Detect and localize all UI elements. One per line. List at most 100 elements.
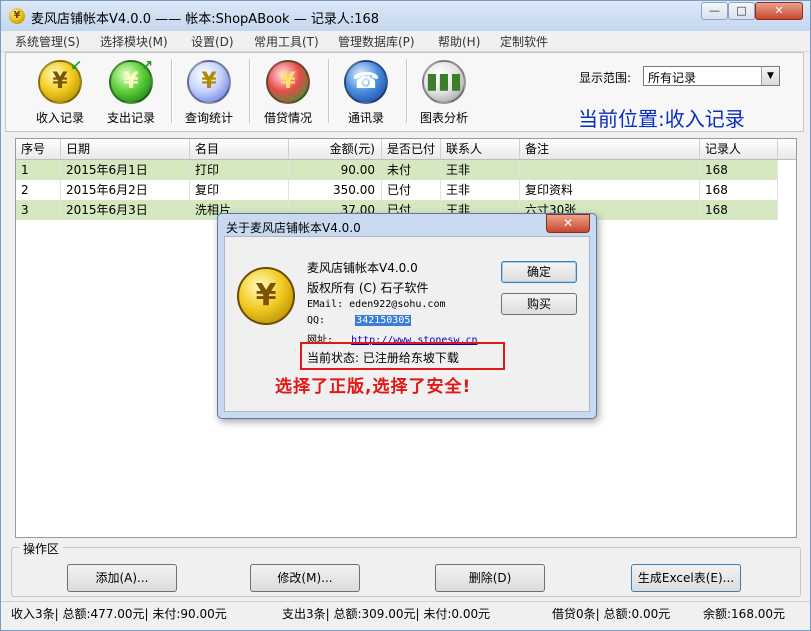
close-button[interactable]: ✕: [755, 2, 803, 20]
chart-analysis-button[interactable]: ▮▮▮ 图表分析: [414, 60, 474, 128]
query-stats-label: 查询统计: [184, 111, 233, 125]
cell-paid: 已付: [382, 180, 441, 200]
title-bar[interactable]: ¥ 麦风店铺帐本V4.0.0 —— 帐本:ShopABook — 记录人:168…: [1, 1, 810, 31]
registration-status: 当前状态: 已注册给东坡下载: [307, 351, 459, 365]
cell-recorder: 168: [700, 160, 778, 180]
cell-amount: 350.00: [289, 180, 382, 200]
column-header[interactable]: 联系人: [441, 139, 520, 159]
dialog-close-button[interactable]: ✕: [546, 214, 590, 233]
column-header[interactable]: 金额(元): [289, 139, 382, 159]
cell-date: 2015年6月3日: [61, 200, 190, 220]
loan-exchange-icon: ¥: [266, 60, 310, 104]
qq-value[interactable]: 342150305: [355, 315, 412, 326]
expense-coin-icon: ¥ ↗: [109, 59, 153, 104]
maximize-button[interactable]: □: [728, 2, 755, 20]
expense-records-button[interactable]: ¥ ↗ 支出记录: [101, 59, 161, 128]
cell-amount: 90.00: [289, 160, 382, 180]
cell-contact: 王非: [441, 160, 520, 180]
slogan-text: 选择了正版,选择了安全!: [275, 377, 472, 397]
email-line: EMail: eden922@sohu.com: [307, 299, 445, 310]
cell-recorder: 168: [700, 180, 778, 200]
cell-note: 复印资料: [520, 180, 700, 200]
cell-recorder: 168: [700, 200, 778, 220]
loan-status-button[interactable]: ¥ 借贷情况: [258, 60, 318, 128]
column-header[interactable]: 日期: [61, 139, 190, 159]
buy-button[interactable]: 购买: [501, 293, 577, 315]
column-header[interactable]: 备注: [520, 139, 700, 159]
loan-summary: 借贷0条| 总额:0.00元: [552, 607, 671, 621]
address-book-button[interactable]: ☎ 通讯录: [336, 60, 396, 128]
status-bar: 收入3条| 总额:477.00元| 未付:90.00元 支出3条| 总额:309…: [1, 601, 810, 624]
menu-settings[interactable]: 设置(D): [191, 33, 234, 50]
income-records-button[interactable]: ¥ ↙ 收入记录: [30, 59, 90, 128]
search-stats-icon: ¥: [187, 60, 231, 104]
menu-database[interactable]: 管理数据库(P): [338, 33, 415, 50]
column-header[interactable]: 是否已付: [382, 139, 441, 159]
chart-analysis-label: 图表分析: [419, 111, 468, 125]
main-window: ¥ 麦风店铺帐本V4.0.0 —— 帐本:ShopABook — 记录人:168…: [0, 0, 811, 631]
column-header[interactable]: 名目: [190, 139, 289, 159]
toolbar: ¥ ↙ 收入记录 ¥ ↗ 支出记录 ¥ 查询统计 ¥ 借贷情况 ☎ 通讯录 ▮▮▮ …: [5, 52, 804, 132]
column-header[interactable]: 记录人: [700, 139, 778, 159]
toolbar-separator: [171, 59, 173, 123]
yuan-coin-icon: ¥: [9, 8, 25, 24]
range-value: 所有记录: [648, 71, 697, 85]
table-header: 序号 日期 名目 金额(元) 是否已付 联系人 备注 记录人: [16, 139, 796, 160]
cell-index: 2: [16, 180, 61, 200]
toolbar-separator: [406, 59, 408, 123]
cell-index: 1: [16, 160, 61, 180]
balance-summary: 余额:168.00元: [703, 607, 786, 621]
add-button[interactable]: 添加(A)...: [67, 564, 177, 592]
table-row[interactable]: 2 2015年6月2日 复印 350.00 已付 王非 复印资料 168: [16, 180, 778, 200]
menu-bar: 系统管理(S) 选择模块(M) 设置(D) 常用工具(T) 管理数据库(P) 帮…: [1, 31, 810, 52]
menu-select-module[interactable]: 选择模块(M): [100, 33, 168, 50]
cell-item: 打印: [190, 160, 289, 180]
toolbar-separator: [328, 59, 330, 123]
cell-paid: 未付: [382, 160, 441, 180]
window-title: 麦风店铺帐本V4.0.0 —— 帐本:ShopABook — 记录人:168: [31, 12, 380, 27]
range-select[interactable]: 所有记录 ▼: [643, 66, 780, 86]
minimize-button[interactable]: —: [701, 2, 728, 20]
email-value: eden922@sohu.com: [349, 299, 446, 310]
qq-line: QQ: 342150305: [307, 315, 412, 326]
menu-help[interactable]: 帮助(H): [438, 33, 480, 50]
about-dialog: 关于麦风店铺帐本V4.0.0 ✕ ¥ 麦风店铺帐本V4.0.0 版权所有 (C)…: [217, 213, 597, 419]
delete-button[interactable]: 删除(D): [435, 564, 545, 592]
current-location: 当前位置:收入记录: [578, 107, 745, 131]
menu-tools[interactable]: 常用工具(T): [254, 33, 319, 50]
cell-contact: 王非: [441, 180, 520, 200]
cell-date: 2015年6月2日: [61, 180, 190, 200]
yuan-coin-icon: ¥: [237, 267, 295, 325]
address-book-icon: ☎: [344, 60, 388, 104]
menu-custom-software[interactable]: 定制软件: [500, 33, 548, 50]
table-row[interactable]: 1 2015年6月1日 打印 90.00 未付 王非 168: [16, 160, 778, 180]
income-records-label: 收入记录: [35, 111, 84, 125]
toolbar-separator: [249, 59, 251, 123]
dialog-title: 关于麦风店铺帐本V4.0.0: [226, 221, 361, 235]
expense-summary: 支出3条| 总额:309.00元| 未付:0.00元: [282, 607, 491, 621]
menu-system[interactable]: 系统管理(S): [15, 33, 80, 50]
expense-records-label: 支出记录: [106, 111, 155, 125]
qq-label: QQ:: [307, 315, 326, 326]
query-stats-button[interactable]: ¥ 查询统计: [179, 60, 239, 128]
bar-chart-icon: ▮▮▮: [422, 60, 466, 104]
loan-status-label: 借贷情况: [263, 111, 312, 125]
export-excel-button[interactable]: 生成Excel表(E)...: [631, 564, 741, 592]
ok-button[interactable]: 确定: [501, 261, 577, 283]
product-name: 麦风店铺帐本V4.0.0: [307, 261, 418, 275]
cell-date: 2015年6月1日: [61, 160, 190, 180]
income-summary: 收入3条| 总额:477.00元| 未付:90.00元: [11, 607, 227, 621]
cell-index: 3: [16, 200, 61, 220]
address-book-label: 通讯录: [347, 111, 384, 125]
cell-item: 复印: [190, 180, 289, 200]
range-label: 显示范围:: [579, 71, 632, 85]
operations-label: 操作区: [19, 540, 64, 557]
income-coin-icon: ¥ ↙: [38, 59, 82, 104]
chevron-down-icon[interactable]: ▼: [761, 67, 779, 85]
dialog-body: ¥ 麦风店铺帐本V4.0.0 版权所有 (C) 石子软件 EMail: eden…: [224, 236, 590, 412]
column-header[interactable]: 序号: [16, 139, 61, 159]
cell-note: [520, 160, 700, 180]
email-label: EMail:: [307, 299, 344, 310]
copyright: 版权所有 (C) 石子软件: [307, 281, 429, 295]
edit-button[interactable]: 修改(M)...: [250, 564, 360, 592]
